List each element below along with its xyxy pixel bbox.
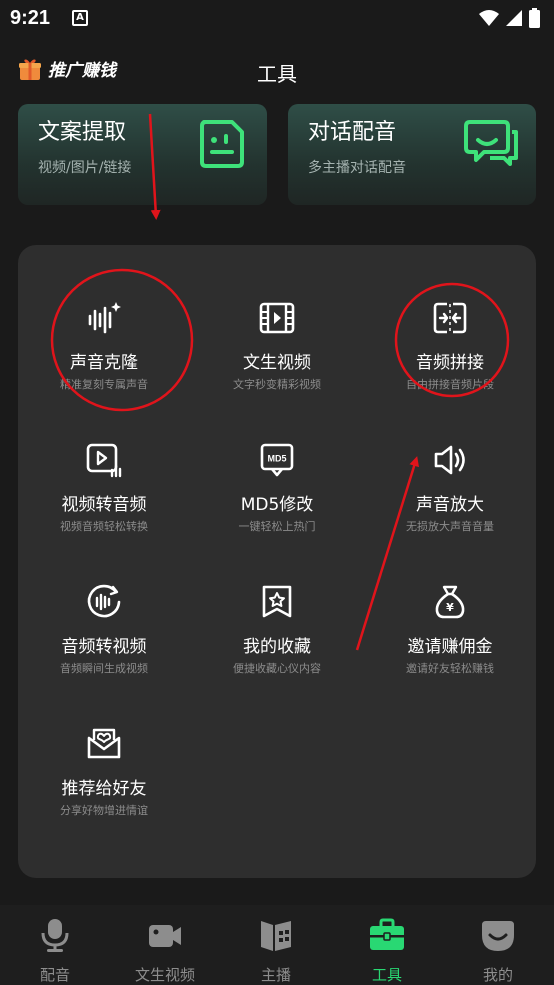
money-bag-icon: ¥ <box>435 585 465 619</box>
tool-title: 音频拼接 <box>416 353 484 373</box>
tool-title: 视频转音频 <box>61 495 147 515</box>
tab-profile[interactable]: 我的 <box>443 913 553 985</box>
tool-audio-merge[interactable]: 音频拼接 自由拼接音频片段 <box>364 300 536 430</box>
tool-title: 推荐给好友 <box>61 779 147 799</box>
tool-text-to-video[interactable]: 文生视频 文字秒变精彩视频 <box>191 300 363 430</box>
sound-wave-sparkle-icon <box>88 302 121 334</box>
header: 推广赚钱 工具 <box>0 50 554 94</box>
tool-title: MD5修改 <box>240 495 314 515</box>
tool-subtitle: 一键轻松上热门 <box>238 520 316 533</box>
tool-title: 声音克隆 <box>70 353 138 373</box>
merge-icon <box>433 302 467 334</box>
card-copy-extract[interactable]: 文案提取 视频/图片/链接 <box>18 104 267 205</box>
tool-title: 邀请赚佣金 <box>407 637 493 657</box>
microphone-icon <box>41 919 69 952</box>
card-title: 文案提取 <box>38 120 127 145</box>
tab-label: 文生视频 <box>134 966 195 984</box>
tab-tools[interactable]: 工具 <box>332 913 442 985</box>
profile-face-icon <box>482 921 514 951</box>
tool-subtitle: 音频瞬间生成视频 <box>60 662 148 675</box>
tool-subtitle: 自由拼接音频片段 <box>406 378 494 391</box>
tool-audio-to-video[interactable]: 音频转视频 音频瞬间生成视频 <box>18 584 190 714</box>
system-icons <box>479 8 540 28</box>
film-icon <box>259 302 295 334</box>
tab-dubbing[interactable]: 配音 <box>0 913 110 985</box>
tool-title: 我的收藏 <box>243 637 311 657</box>
tab-anchors[interactable]: 主播 <box>221 913 331 985</box>
tool-invite-earn[interactable]: ¥ 邀请赚佣金 邀请好友轻松赚钱 <box>364 584 536 714</box>
tool-my-favorites[interactable]: 我的收藏 便捷收藏心仪内容 <box>191 584 363 714</box>
tool-title: 音频转视频 <box>61 637 147 657</box>
tool-video-to-audio[interactable]: 视频转音频 视频音频轻松转换 <box>18 442 190 572</box>
document-face-icon <box>200 120 244 168</box>
tool-subtitle: 便捷收藏心仪内容 <box>233 662 321 675</box>
tool-title: 声音放大 <box>416 495 484 515</box>
tool-subtitle: 文字秒变精彩视频 <box>233 378 321 391</box>
tool-voice-clone[interactable]: 声音克隆 精准复刻专属声音 <box>18 300 190 430</box>
video-camera-icon <box>149 925 181 947</box>
status-bar: 9:21 A <box>0 0 554 38</box>
top-cards: 文案提取 视频/图片/链接 对话配音 多主播对话配音 <box>18 104 536 205</box>
card-subtitle: 多主播对话配音 <box>308 160 406 176</box>
chat-bubbles-icon <box>464 120 518 166</box>
tool-md5-modify[interactable]: MD5 MD5修改 一键轻松上热门 <box>191 442 363 572</box>
signal-icon <box>506 10 522 26</box>
heart-envelope-icon <box>87 728 121 759</box>
card-title: 对话配音 <box>308 120 397 145</box>
md5-icon-text: MD5 <box>267 454 286 464</box>
tool-recommend-friend[interactable]: 推荐给好友 分享好物增进情谊 <box>18 726 190 856</box>
tool-subtitle: 分享好物增进情谊 <box>60 804 148 817</box>
tab-label: 工具 <box>371 966 402 984</box>
card-subtitle: 视频/图片/链接 <box>38 160 132 176</box>
battery-icon <box>529 8 540 28</box>
video-to-audio-icon <box>86 443 122 478</box>
bottom-tab-bar: 配音 文生视频 主播 工具 我的 <box>0 905 554 985</box>
card-dialogue-dubbing[interactable]: 对话配音 多主播对话配音 <box>288 104 536 205</box>
yen-icon-text: ¥ <box>446 601 454 614</box>
tab-label: 主播 <box>260 966 291 984</box>
tab-label: 配音 <box>39 966 70 984</box>
tool-subtitle: 邀请好友轻松赚钱 <box>406 662 494 675</box>
wifi-icon <box>479 10 499 26</box>
speaker-icon <box>434 445 465 475</box>
tab-text-to-video[interactable]: 文生视频 <box>110 913 220 985</box>
tool-subtitle: 无损放大声音音量 <box>406 520 494 533</box>
tool-volume-boost[interactable]: 声音放大 无损放大声音音量 <box>364 442 536 572</box>
tool-title: 文生视频 <box>243 353 311 373</box>
toolbox-icon <box>370 918 404 950</box>
book-grid-icon <box>261 921 291 951</box>
tools-panel: 声音克隆 精准复刻专属声音 文生视频 文字秒变精彩视频 音频拼接 自由拼接音频片… <box>18 245 536 878</box>
md5-monitor-icon: MD5 <box>260 443 294 477</box>
tab-label: 我的 <box>482 966 513 984</box>
page-title: 工具 <box>257 62 297 86</box>
audio-circle-icon <box>87 584 121 618</box>
tool-subtitle: 精准复刻专属声音 <box>60 378 148 391</box>
bookmark-star-icon <box>262 585 292 618</box>
status-time: 9:21 <box>10 7 51 29</box>
tool-subtitle: 视频音频轻松转换 <box>60 520 148 533</box>
notification-icon: A <box>72 10 88 26</box>
